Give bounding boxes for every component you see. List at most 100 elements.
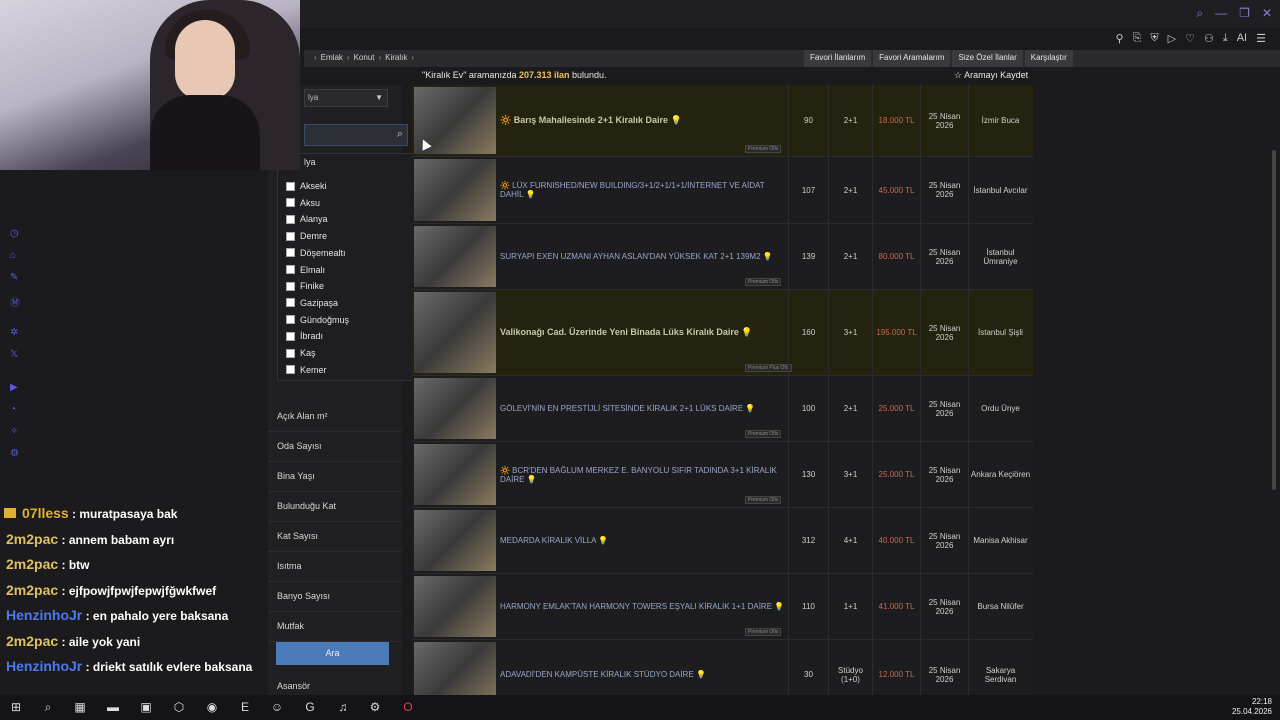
listing-row[interactable]: 🔆 BCR'DEN BAĞLUM MERKEZ E. BANYOLU SIFIR… [412, 442, 1033, 508]
listing-thumbnail[interactable] [414, 444, 496, 505]
breadcrumb-item[interactable]: Emlak [321, 53, 343, 62]
listing-thumbnail[interactable] [414, 292, 496, 373]
heart-icon[interactable]: ♡ [1185, 32, 1195, 45]
profile-icon[interactable]: ⚇ [1204, 32, 1214, 45]
listing-thumbnail[interactable] [414, 378, 496, 439]
history-icon[interactable]: ◷ [10, 228, 22, 240]
file-explorer-icon[interactable]: ▬ [105, 699, 121, 715]
district-option[interactable]: Gazipaşa [286, 295, 338, 311]
filter-floor-count[interactable]: Kat Sayısı [268, 522, 402, 552]
listing-thumbnail[interactable] [414, 576, 496, 637]
filter-room-count[interactable]: Oda Sayısı [268, 432, 402, 462]
listing-row[interactable]: SURYAPI EXEN UZMANI AYHAN ASLAN'DAN YÜKS… [412, 224, 1033, 290]
search-icon[interactable]: ⌕ [397, 128, 403, 141]
windows-start-icon[interactable]: ⊞ [8, 699, 24, 715]
settings-icon[interactable]: ⚙ [10, 448, 22, 460]
spotify-icon[interactable]: ♫ [335, 699, 351, 715]
district-option[interactable]: Finike [286, 278, 324, 294]
chat-username[interactable]: HenzinhoJr [6, 607, 82, 623]
listing-row[interactable]: GÖLEVİ'NİN EN PRESTİJLİ SİTESİNDE KİRALI… [412, 376, 1033, 442]
favorite-listings-link[interactable]: Favori İlanlarım [804, 50, 872, 67]
page-scrollbar[interactable] [1272, 150, 1276, 490]
listing-row[interactable]: 🔆 LÜX FURNISHED/NEW BUILDING/3+1/2+1/1+1… [412, 157, 1033, 224]
listing-row[interactable]: HARMONY EMLAK'TAN HARMONY TOWERS EŞYALI … [412, 574, 1033, 640]
search-button[interactable]: Ara [276, 642, 389, 665]
search-icon[interactable]: ⌕ [40, 699, 56, 715]
checkbox[interactable] [286, 331, 295, 341]
breadcrumb-item[interactable]: Kiralık [385, 53, 407, 62]
chat-username[interactable]: 2m2pac [6, 556, 58, 572]
district-option[interactable]: Akseki [286, 178, 327, 194]
checkbox[interactable] [286, 231, 295, 241]
search-icon[interactable]: ⌕ [1196, 6, 1203, 21]
district-option[interactable]: Demre [286, 228, 327, 244]
chat-username[interactable]: 2m2pac [6, 633, 58, 649]
clock-icon[interactable]: ◔ [10, 404, 22, 416]
download-icon[interactable]: ⤓ [1223, 32, 1228, 45]
compare-link[interactable]: Karşılaştır [1024, 50, 1073, 67]
minimize-icon[interactable]: — [1215, 6, 1227, 21]
special-listings-link[interactable]: Size Özel İlanlar [952, 50, 1023, 67]
chat-username[interactable]: 2m2pac [6, 582, 58, 598]
checkbox[interactable] [286, 281, 295, 291]
app-icon[interactable]: ▣ [138, 699, 154, 715]
chat-username[interactable]: HenzinhoJr [6, 658, 82, 674]
shield-app-icon[interactable]: ⬡ [171, 699, 187, 715]
menu-icon[interactable]: ☰ [1256, 32, 1266, 45]
filter-bathroom-count[interactable]: Banyo Sayısı [268, 582, 402, 612]
checkbox[interactable] [286, 248, 295, 258]
chat-username[interactable]: 2m2pac [6, 531, 58, 547]
tag-icon[interactable]: ✎ [10, 272, 22, 284]
breadcrumb-item[interactable]: Konut [354, 53, 375, 62]
listing-row[interactable]: 🔆 Barış Mahallesinde 2+1 Kiralık Daire 💡… [412, 85, 1033, 157]
openai-icon[interactable]: ✲ [10, 327, 22, 339]
listing-title[interactable]: MEDARDA KİRALIK VİLLA 💡 [500, 508, 788, 573]
checkbox[interactable] [286, 365, 295, 375]
listing-title[interactable]: Valikonağı Cad. Üzerinde Yeni Binada Lük… [500, 290, 788, 375]
listing-title[interactable]: 🔆 LÜX FURNISHED/NEW BUILDING/3+1/2+1/1+1… [500, 157, 788, 223]
play-icon[interactable]: ▷ [1168, 32, 1176, 45]
game-app-icon[interactable]: G [302, 699, 318, 715]
district-search-input[interactable]: ⌕ [304, 124, 408, 146]
play-circle-icon[interactable]: ▶ [10, 382, 22, 394]
checkbox[interactable] [286, 348, 295, 358]
pin-icon[interactable]: ⚲ [1116, 32, 1124, 45]
shield-icon[interactable]: ⛨ [1150, 32, 1158, 45]
puzzle-icon[interactable]: ✧ [10, 426, 22, 438]
filter-building-age[interactable]: Bina Yaşı [268, 462, 402, 492]
listing-thumbnail[interactable] [414, 510, 496, 571]
chat-username[interactable]: 07lless [22, 505, 69, 521]
listing-row[interactable]: MEDARDA KİRALIK VİLLA 💡 312 4+1 40.000 TL 25… [412, 508, 1033, 574]
checkbox[interactable] [286, 265, 295, 274]
opera-icon[interactable]: O [400, 699, 416, 715]
ai-button[interactable]: AI [1237, 32, 1247, 45]
district-option[interactable]: İbradı [286, 328, 323, 344]
district-option[interactable]: Aksu [286, 195, 320, 211]
filter-open-area[interactable]: Açık Alan m² [268, 402, 402, 432]
bookmark-icon[interactable]: ⎘ [1133, 32, 1142, 45]
checkbox[interactable] [286, 181, 295, 191]
city-select[interactable]: lya ▼ [304, 89, 388, 107]
listing-row[interactable]: Valikonağı Cad. Üzerinde Yeni Binada Lük… [412, 290, 1033, 376]
listing-thumbnail[interactable] [414, 226, 496, 287]
favorite-searches-link[interactable]: Favori Aramalarım [873, 50, 951, 67]
filter-kitchen[interactable]: Mutfak [268, 612, 402, 642]
district-option[interactable]: Kaş [286, 345, 316, 361]
district-option[interactable]: Kemer [286, 362, 327, 378]
task-view-icon[interactable]: ▦ [72, 699, 88, 715]
epic-games-icon[interactable]: E [237, 699, 253, 715]
checkbox[interactable] [286, 315, 295, 325]
checkbox[interactable] [286, 198, 295, 208]
district-option[interactable]: Gündoğmuş [286, 312, 349, 328]
steam-icon[interactable]: ⚙ [367, 699, 383, 715]
close-window-icon[interactable]: ✕ [1262, 6, 1272, 21]
filter-heating[interactable]: Isıtma [268, 552, 402, 582]
filter-floor[interactable]: Bulunduğu Kat [268, 492, 402, 522]
bag-icon[interactable]: ⌂ [10, 250, 22, 262]
discord-icon[interactable]: ☺ [269, 699, 285, 715]
m-icon[interactable]: Ⓜ [10, 294, 22, 309]
save-search-button[interactable]: ☆ Aramayı Kaydet [954, 70, 1028, 81]
district-option[interactable]: Alanya [286, 211, 328, 227]
checkbox[interactable] [286, 214, 295, 224]
restore-icon[interactable]: ❐ [1239, 6, 1250, 21]
